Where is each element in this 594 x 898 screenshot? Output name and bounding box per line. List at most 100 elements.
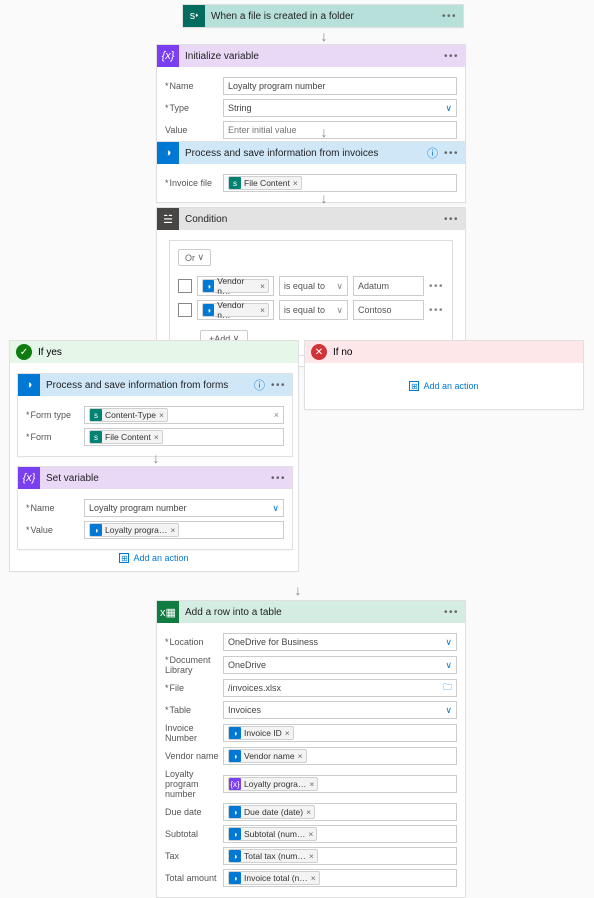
value-label: Value <box>26 525 84 535</box>
dynamic-token-icon: ◑ <box>203 280 214 292</box>
file-picker[interactable]: /invoices.xlsx🗀 <box>223 679 457 697</box>
loyalty-token[interactable]: ◑Loyalty progra…× <box>89 523 179 537</box>
chevron-down-icon: ∨ <box>272 503 279 514</box>
invoice-file-field[interactable]: sFile Content× <box>223 174 457 192</box>
excel-icon: x▦ <box>157 601 179 623</box>
set-variable-card: {x} Set variable ••• NameLoyalty program… <box>17 466 293 550</box>
file-content-token[interactable]: sFile Content× <box>89 430 163 444</box>
remove-token-icon[interactable]: × <box>159 410 164 420</box>
variable-icon: {x} <box>18 467 40 489</box>
menu-icon[interactable]: ••• <box>444 607 459 618</box>
library-dropdown[interactable]: OneDrive∨ <box>223 656 457 674</box>
value-label: Value <box>165 125 223 135</box>
remove-token-icon[interactable]: × <box>308 829 313 839</box>
operand-left[interactable]: ◑Vendor n…× <box>197 300 274 320</box>
invoice-number-field[interactable]: ◑Invoice ID× <box>223 724 457 742</box>
logic-operator-dropdown[interactable]: Or ∨ <box>178 249 211 266</box>
if-yes-branch: ✓ If yes ◑ Process and save information … <box>9 340 299 572</box>
if-no-label: If no <box>333 347 352 358</box>
type-label: Type <box>165 103 223 113</box>
clear-icon[interactable]: × <box>274 410 279 420</box>
remove-token-icon[interactable]: × <box>170 525 175 535</box>
row-menu-icon[interactable]: ••• <box>429 281 444 292</box>
remove-token-icon[interactable]: × <box>293 178 298 188</box>
due-date-field[interactable]: ◑Due date (date)× <box>223 803 457 821</box>
operator-dropdown[interactable]: is equal to∨ <box>279 276 348 296</box>
flow-arrow-icon: ↓ <box>318 190 330 206</box>
location-label: Location <box>165 637 223 647</box>
form-type-label: Form type <box>26 410 84 420</box>
check-icon: ✓ <box>16 344 32 360</box>
remove-token-icon[interactable]: × <box>154 432 159 442</box>
operator-dropdown[interactable]: is equal to∨ <box>279 300 348 320</box>
file-content-token[interactable]: sFile Content× <box>228 176 302 190</box>
form-type-field[interactable]: sContent-Type× × <box>84 406 284 424</box>
menu-icon[interactable]: ••• <box>271 380 286 391</box>
file-label: File <box>165 683 223 693</box>
chevron-down-icon: ∨ <box>445 660 452 671</box>
remove-token-icon[interactable]: × <box>260 281 265 291</box>
card-title: Initialize variable <box>179 51 444 62</box>
remove-token-icon[interactable]: × <box>309 851 314 861</box>
dynamic-token-icon: ◑ <box>229 727 241 739</box>
remove-token-icon[interactable]: × <box>260 305 265 315</box>
help-icon[interactable]: ⓘ <box>254 377 265 393</box>
menu-icon[interactable]: ••• <box>442 11 457 22</box>
add-action-link[interactable]: ⊞Add an action <box>305 381 583 391</box>
name-field[interactable] <box>223 77 457 95</box>
sharepoint-token-icon: s <box>90 431 102 443</box>
menu-icon[interactable]: ••• <box>444 214 459 225</box>
name-dropdown[interactable]: Loyalty program number∨ <box>84 499 284 517</box>
dynamic-token-icon: ◑ <box>229 806 241 818</box>
value-field[interactable]: ◑Loyalty progra…× <box>84 521 284 539</box>
row-checkbox[interactable] <box>178 303 192 317</box>
location-dropdown[interactable]: OneDrive for Business∨ <box>223 633 457 651</box>
name-label: Name <box>26 503 84 513</box>
row-menu-icon[interactable]: ••• <box>429 305 444 316</box>
dynamic-token-icon: ◑ <box>229 872 241 884</box>
operand-left[interactable]: ◑Vendor n…× <box>197 276 274 296</box>
excel-add-row-card: x▦ Add a row into a table ••• LocationOn… <box>156 600 466 898</box>
name-label: Name <box>165 81 223 91</box>
vendor-name-field[interactable]: ◑Vendor name× <box>223 747 457 765</box>
card-title: Set variable <box>40 473 271 484</box>
cross-icon: ✕ <box>311 344 327 360</box>
card-title: Process and save information from invoic… <box>179 148 427 159</box>
form-label: Form <box>26 432 84 442</box>
remove-token-icon[interactable]: × <box>306 807 311 817</box>
trigger-card[interactable]: s♦ When a file is created in a folder ••… <box>182 4 464 28</box>
forms-processing-icon: ◑ <box>157 142 179 164</box>
chevron-down-icon: ∨ <box>445 637 452 648</box>
remove-token-icon[interactable]: × <box>285 728 290 738</box>
table-dropdown[interactable]: Invoices∨ <box>223 701 457 719</box>
total-field[interactable]: ◑Invoice total (n…× <box>223 869 457 887</box>
subtotal-field[interactable]: ◑Subtotal (num…× <box>223 825 457 843</box>
folder-icon[interactable]: 🗀 <box>443 680 452 696</box>
dynamic-token-icon: ◑ <box>229 828 241 840</box>
condition-icon: ☱ <box>157 208 179 230</box>
type-dropdown[interactable]: String∨ <box>223 99 457 117</box>
row-checkbox[interactable] <box>178 279 192 293</box>
remove-token-icon[interactable]: × <box>298 751 303 761</box>
add-action-icon: ⊞ <box>119 553 129 563</box>
add-action-link[interactable]: ⊞Add an action <box>10 553 298 563</box>
loyalty-field[interactable]: {x}Loyalty progra…× <box>223 775 457 793</box>
variable-icon: {x} <box>157 45 179 67</box>
menu-icon[interactable]: ••• <box>271 473 286 484</box>
help-icon[interactable]: ⓘ <box>427 145 438 161</box>
invoice-file-label: Invoice file <box>165 178 223 188</box>
tax-field[interactable]: ◑Total tax (num…× <box>223 847 457 865</box>
operand-right[interactable]: Adatum <box>353 276 424 296</box>
menu-icon[interactable]: ••• <box>444 148 459 159</box>
remove-token-icon[interactable]: × <box>311 873 316 883</box>
chevron-down-icon: ∨ <box>445 705 452 716</box>
operand-right[interactable]: Contoso <box>353 300 424 320</box>
loyalty-label: Loyalty program number <box>165 769 223 799</box>
content-type-token[interactable]: sContent-Type× <box>89 408 168 422</box>
value-field[interactable] <box>223 121 457 139</box>
sharepoint-token-icon: s <box>229 177 241 189</box>
remove-token-icon[interactable]: × <box>309 779 314 789</box>
menu-icon[interactable]: ••• <box>444 51 459 62</box>
add-action-icon: ⊞ <box>409 381 419 391</box>
form-field[interactable]: sFile Content× <box>84 428 284 446</box>
